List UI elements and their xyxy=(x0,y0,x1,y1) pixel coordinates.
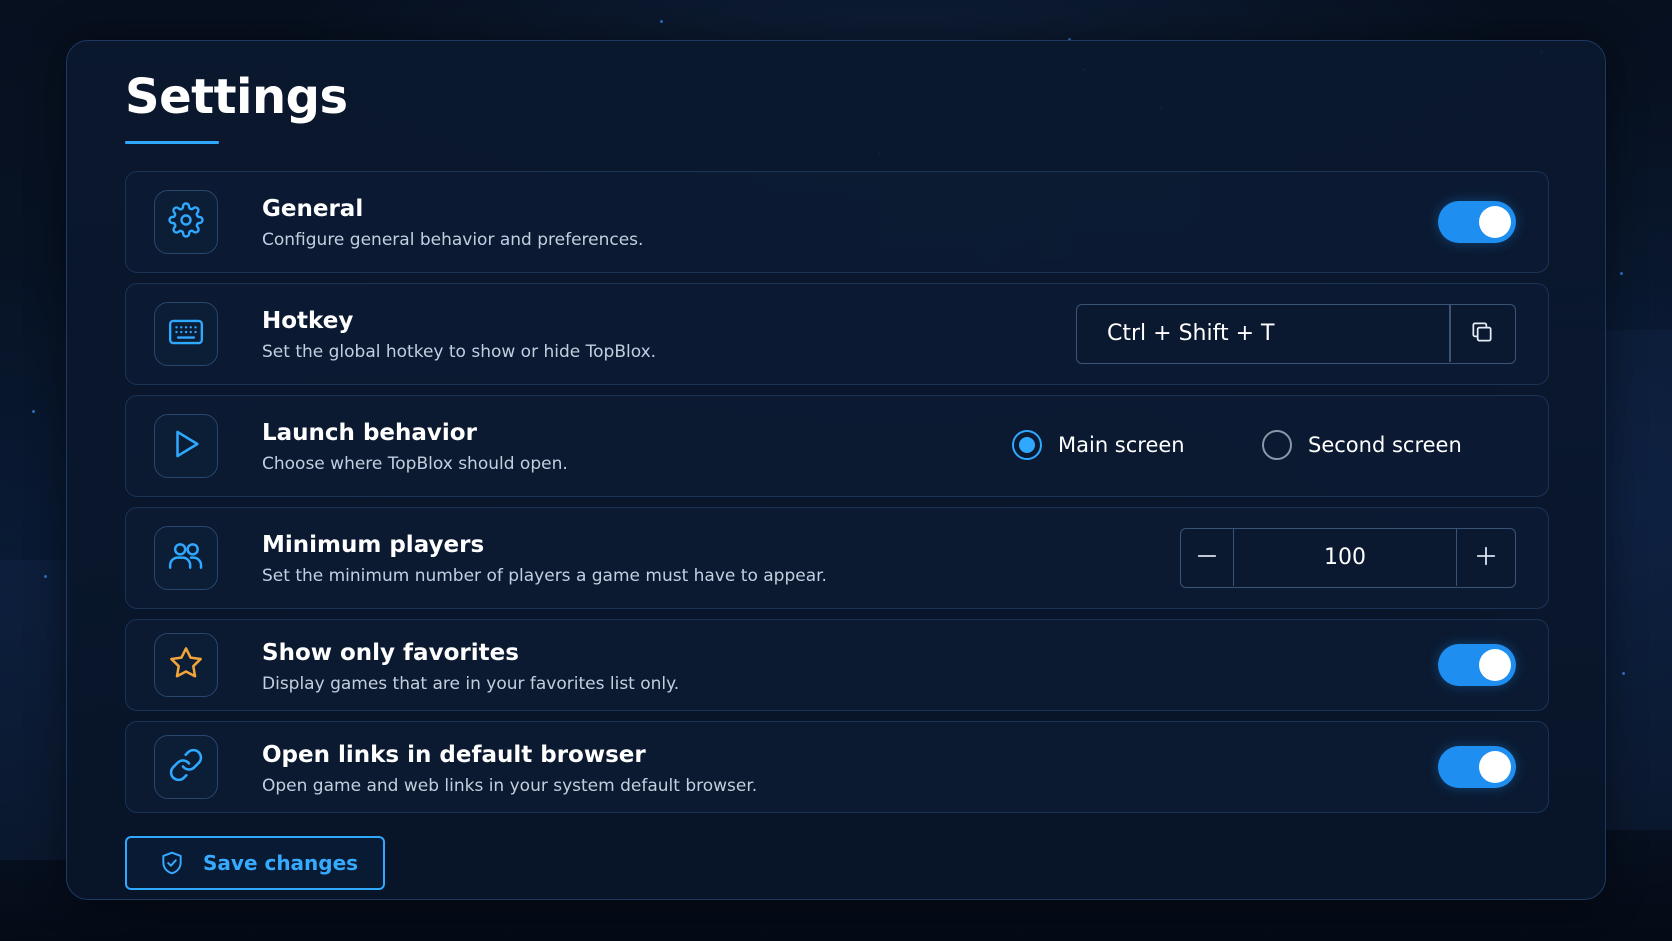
setting-description: Open game and web links in your system d… xyxy=(262,776,758,796)
plus-icon xyxy=(1475,540,1497,575)
background-star xyxy=(32,410,35,413)
setting-description: Configure general behavior and preferenc… xyxy=(262,230,644,250)
radio-main-screen-label: Main screen xyxy=(1058,433,1185,457)
setting-title: Minimum players xyxy=(262,532,485,558)
background-star xyxy=(1620,272,1623,275)
minimum-players-stepper: 100 xyxy=(1180,528,1516,588)
settings-panel: Settings General Configure general behav… xyxy=(66,40,1606,900)
setting-title: Open links in default browser xyxy=(262,742,646,768)
setting-description: Display games that are in your favorites… xyxy=(262,674,680,694)
link-icon xyxy=(168,747,204,787)
setting-row-launch-behavior: Launch behavior Choose where TopBlox sho… xyxy=(125,395,1549,497)
setting-row-show-only-favorites: Show only favorites Display games that a… xyxy=(125,619,1549,711)
hotkey-icon-box xyxy=(154,302,218,366)
setting-row-minimum-players: Minimum players Set the minimum number o… xyxy=(125,507,1549,609)
setting-title: Launch behavior xyxy=(262,420,477,446)
setting-title: Hotkey xyxy=(262,308,354,334)
background-building xyxy=(0,560,70,860)
setting-row-open-links: Open links in default browser Open game … xyxy=(125,721,1549,813)
save-changes-button[interactable]: Save changes xyxy=(125,836,385,890)
favorites-icon-box xyxy=(154,633,218,697)
copy-icon xyxy=(1469,319,1495,349)
shield-check-icon xyxy=(159,850,185,876)
radio-second-screen[interactable]: Second screen xyxy=(1262,428,1462,462)
users-icon xyxy=(166,536,206,580)
star-icon xyxy=(167,644,205,686)
page-title: Settings xyxy=(125,69,348,125)
toggle-knob xyxy=(1479,206,1511,238)
setting-title: General xyxy=(262,196,364,222)
general-toggle[interactable] xyxy=(1438,201,1516,243)
keyboard-icon xyxy=(167,313,205,355)
setting-description: Set the global hotkey to show or hide To… xyxy=(262,342,657,362)
setting-description: Set the minimum number of players a game… xyxy=(262,566,827,586)
hotkey-value: Ctrl + Shift + T xyxy=(1107,321,1275,346)
background-star xyxy=(44,575,47,578)
gear-icon xyxy=(168,202,204,242)
radio-second-screen-label: Second screen xyxy=(1308,433,1462,457)
page-title-underline xyxy=(125,141,219,144)
radio-main-screen-circle xyxy=(1012,430,1042,460)
open-links-toggle[interactable] xyxy=(1438,746,1516,788)
toggle-knob xyxy=(1479,751,1511,783)
setting-row-hotkey: Hotkey Set the global hotkey to show or … xyxy=(125,283,1549,385)
increment-button[interactable] xyxy=(1456,529,1515,586)
launch-icon-box xyxy=(154,414,218,478)
save-changes-label: Save changes xyxy=(203,851,359,875)
radio-second-screen-circle xyxy=(1262,430,1292,460)
setting-row-general: General Configure general behavior and p… xyxy=(125,171,1549,273)
radio-main-screen[interactable]: Main screen xyxy=(1012,428,1185,462)
general-icon-box xyxy=(154,190,218,254)
show-only-favorites-toggle[interactable] xyxy=(1438,644,1516,686)
play-icon xyxy=(169,427,203,465)
background-star xyxy=(1622,672,1625,675)
minus-icon xyxy=(1196,540,1218,575)
background-star xyxy=(660,20,663,23)
background: Settings General Configure general behav… xyxy=(0,0,1672,941)
decrement-button[interactable] xyxy=(1181,529,1234,586)
setting-description: Choose where TopBlox should open. xyxy=(262,454,568,474)
link-icon-box xyxy=(154,735,218,799)
setting-title: Show only favorites xyxy=(262,640,519,666)
copy-hotkey-button[interactable] xyxy=(1451,305,1513,362)
hotkey-field[interactable]: Ctrl + Shift + T xyxy=(1076,304,1516,364)
minimum-players-value[interactable]: 100 xyxy=(1235,529,1455,586)
toggle-knob xyxy=(1479,649,1511,681)
players-icon-box xyxy=(154,526,218,590)
launch-screen-radio-group: Main screen Second screen xyxy=(1012,396,1472,496)
